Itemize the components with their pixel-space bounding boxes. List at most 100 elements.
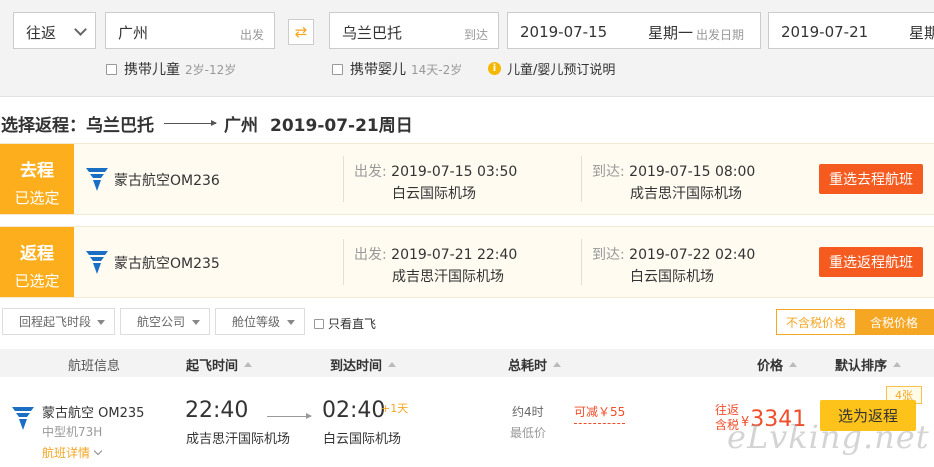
header-label: 价格	[757, 359, 784, 374]
departure-airport: 白云国际机场	[392, 186, 476, 202]
filter-label: 回程起飞时段	[19, 315, 92, 329]
booking-info-link[interactable]: i 儿童/婴儿预订说明	[488, 59, 615, 78]
trip-type-select[interactable]: 往返	[13, 12, 96, 49]
select-return-button[interactable]: 选为返程	[820, 400, 916, 431]
departure-time: 22:40	[185, 398, 249, 423]
sort-up-icon	[244, 362, 253, 367]
arrival-airport: 白云国际机场	[323, 432, 402, 447]
depart-weekday: 星期一	[648, 24, 694, 42]
depart-date-value: 2019-07-15	[520, 23, 608, 41]
depart-date-tag: 出发日期	[696, 28, 745, 42]
arrival-time: 2019-07-15 08:00	[629, 164, 756, 180]
departure-label: 出发:	[354, 164, 387, 180]
return-date-input[interactable]: 2019-07-21 星期	[768, 12, 934, 49]
reselect-return-button[interactable]: 重选返程航班	[819, 247, 923, 277]
tax-excluded-tab[interactable]: 不含税价格	[777, 310, 855, 334]
aircraft-model: 中型机73H	[42, 425, 103, 439]
divider	[581, 156, 582, 202]
airline-logo-icon	[86, 251, 108, 274]
header-arrive-time[interactable]: 到达时间	[330, 355, 397, 374]
swap-cities-button[interactable]: ⇄	[288, 19, 314, 45]
leg-badge: 去程 已选定	[0, 144, 74, 214]
sort-up-icon	[553, 362, 562, 367]
swap-icon: ⇄	[294, 23, 308, 41]
header-price[interactable]: 价格	[757, 355, 798, 374]
from-city-input[interactable]: 广州 出发	[105, 12, 275, 49]
header-flight-info: 航班信息	[68, 359, 121, 374]
header-default-sort[interactable]: 默认排序	[835, 355, 902, 374]
airline-name: 蒙古航空OM236	[114, 173, 220, 189]
next-day-badge: +1天	[381, 402, 409, 415]
title-dest: 广州	[224, 116, 258, 136]
table-header: 航班信息 起飞时间 到达时间 总耗时 价格 默认排序	[0, 349, 934, 377]
arrival-time: 2019-07-22 02:40	[629, 247, 756, 263]
price-label-roundtrip: 往返	[715, 403, 740, 417]
airline-logo-icon	[12, 407, 34, 430]
title-prefix: 选择返程：乌兰巴托	[1, 116, 154, 136]
departure-label: 出发:	[354, 247, 387, 263]
price: ¥ 3341	[741, 407, 806, 432]
from-city-value: 广州	[118, 24, 149, 42]
currency-symbol: ¥	[741, 415, 750, 430]
child-range: 2岁-12岁	[185, 62, 237, 77]
child-checkbox[interactable]: 携带儿童 2岁-12岁	[106, 59, 236, 79]
reselect-outbound-button[interactable]: 重选去程航班	[819, 164, 923, 194]
departure-airport: 成吉思汗国际机场	[186, 432, 291, 447]
flight-details-label: 航班详情	[42, 446, 91, 460]
return-date-value: 2019-07-21	[781, 23, 869, 41]
header-depart-time[interactable]: 起飞时间	[186, 355, 253, 374]
price-value: 3341	[750, 407, 807, 432]
arrow-right-icon	[164, 120, 217, 126]
to-city-value: 乌兰巴托	[342, 24, 403, 42]
arrow-right-icon	[267, 413, 312, 419]
page-title: 选择返程：乌兰巴托 广州 2019-07-21周日	[1, 111, 413, 136]
arrival-time: 02:40	[322, 398, 386, 423]
total-duration: 约4时	[512, 405, 544, 419]
header-label: 总耗时	[508, 359, 548, 374]
selected-leg-outbound: 去程 已选定 蒙古航空OM236 出发: 2019-07-15 03:50 白云…	[0, 143, 934, 215]
leg-badge: 返程 已选定	[0, 227, 74, 297]
price-label-tax: 含税	[715, 418, 740, 432]
child-label: 携带儿童	[124, 62, 180, 78]
arrival-label: 到达:	[592, 247, 625, 263]
direct-only-label: 只看直飞	[328, 317, 377, 331]
departure-info: 出发: 2019-07-21 22:40 成吉思汗国际机场	[354, 244, 518, 285]
booking-info-text: 儿童/婴儿预订说明	[507, 63, 616, 78]
to-city-input[interactable]: 乌兰巴托 到达	[329, 12, 499, 49]
filter-bar: 回程起飞时段 航空公司 舱位等级 只看直飞 不含税价格 含税价格	[0, 308, 934, 336]
caret-down-icon	[192, 320, 200, 325]
header-label: 起飞时间	[186, 359, 239, 374]
info-icon: i	[488, 62, 501, 75]
depart-date-input[interactable]: 2019-07-15 星期一 出发日期	[507, 12, 761, 49]
lowest-price-tag: 最低价	[510, 426, 547, 440]
table-row: 蒙古航空 OM235 中型机73H 航班详情 22:40 成吉思汗国际机场 02…	[0, 377, 934, 467]
to-city-tag: 到达	[463, 28, 488, 42]
direct-only-checkbox[interactable]: 只看直飞	[314, 315, 376, 332]
tax-included-tab[interactable]: 含税价格	[855, 310, 933, 334]
leg-status: 已选定	[14, 189, 60, 207]
cabin-filter[interactable]: 舱位等级	[215, 308, 305, 335]
filter-label: 舱位等级	[232, 315, 281, 329]
arrival-info: 到达: 2019-07-22 02:40 白云国际机场	[592, 244, 756, 285]
airline-name: 蒙古航空OM235	[114, 256, 220, 272]
from-city-tag: 出发	[239, 28, 264, 42]
sort-up-icon	[789, 362, 798, 367]
trip-type-value: 往返	[26, 24, 57, 42]
airline-filter[interactable]: 航空公司	[120, 308, 210, 335]
departure-airport: 成吉思汗国际机场	[392, 269, 504, 285]
infant-label: 携带婴儿	[350, 62, 406, 78]
infant-checkbox[interactable]: 携带婴儿 14天-2岁	[332, 59, 462, 79]
departure-time: 2019-07-21 22:40	[391, 247, 518, 263]
divider	[343, 156, 344, 202]
header-duration[interactable]: 总耗时	[508, 355, 562, 374]
filter-label: 航空公司	[137, 315, 186, 329]
infant-range: 14天-2岁	[411, 62, 463, 77]
caret-down-icon	[287, 320, 295, 325]
checkbox-icon	[332, 63, 343, 75]
leg-tag-label: 返程	[20, 244, 54, 264]
return-time-filter[interactable]: 回程起飞时段	[2, 308, 115, 335]
discount-tag[interactable]: 可减￥55	[574, 403, 626, 424]
arrival-airport: 成吉思汗国际机场	[630, 186, 742, 202]
flight-details-link[interactable]: 航班详情	[42, 444, 103, 461]
sort-up-icon	[388, 362, 397, 367]
